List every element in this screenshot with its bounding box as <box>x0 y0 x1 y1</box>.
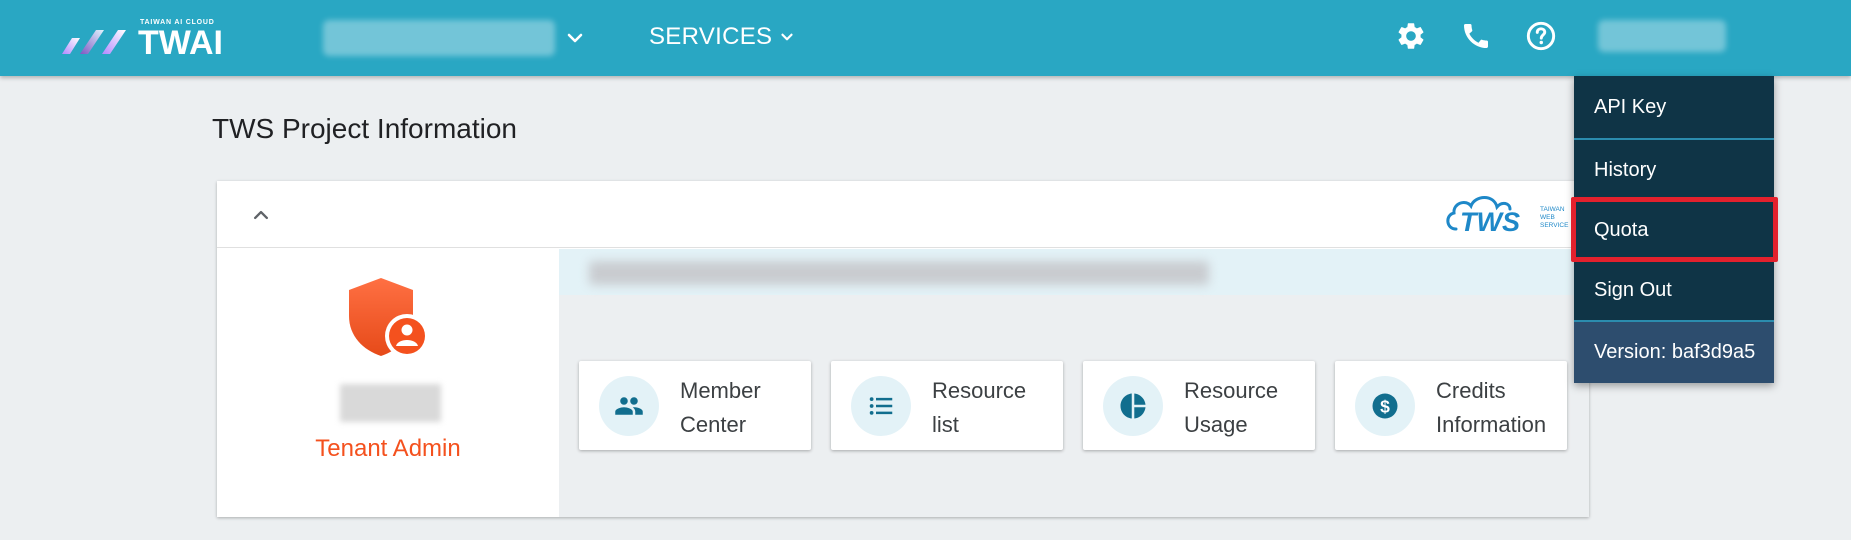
tile-label: Member Center <box>680 378 761 437</box>
menu-item-quota[interactable]: Quota <box>1574 200 1774 260</box>
actions-panel: Member Center Resource list Resource Usa… <box>559 249 1589 517</box>
services-menu-button[interactable]: SERVICES <box>649 22 796 52</box>
logo-mark-icon <box>62 30 126 54</box>
tile-icon-bg <box>851 376 911 436</box>
tile-label: Resource list <box>932 378 1027 437</box>
admin-shield-icon <box>349 278 429 358</box>
user-role: Tenant Admin <box>315 435 461 462</box>
people-icon <box>615 397 643 415</box>
services-label: SERVICES <box>649 23 773 50</box>
chevron-down-icon <box>567 33 583 43</box>
tile-label: Resource Usage <box>1184 378 1279 437</box>
project-selector[interactable] <box>323 18 585 58</box>
list-icon <box>869 397 893 415</box>
project-id-redacted <box>589 261 1209 285</box>
resource-usage-tile[interactable]: Resource Usage <box>1083 361 1315 450</box>
project-info-card: TWS TAIWAN WEB SERVICE Tenant Admin Memb… <box>217 181 1589 517</box>
svg-text:TWS: TWS <box>1460 207 1520 237</box>
menu-item-history[interactable]: History <box>1574 140 1774 200</box>
top-navigation-bar: TAIWAN AI CLOUD TWAI SERVICES <box>0 0 1851 76</box>
tws-logo: TWS TAIWAN WEB SERVICE <box>1446 196 1569 237</box>
pie-chart-icon <box>1120 393 1146 419</box>
page-title: TWS Project Information <box>212 113 517 144</box>
help-icon[interactable] <box>1525 20 1557 52</box>
user-account-button[interactable] <box>1598 20 1726 52</box>
member-center-tile[interactable]: Member Center <box>579 361 811 450</box>
card-header: TWS TAIWAN WEB SERVICE <box>217 181 1589 248</box>
credits-information-tile[interactable]: $ Credits Information <box>1335 361 1567 450</box>
tile-label: Credits Information <box>1436 378 1547 437</box>
twai-logo[interactable]: TAIWAN AI CLOUD TWAI <box>58 18 260 57</box>
project-id-strip <box>559 249 1589 295</box>
menu-item-api-key[interactable]: API Key <box>1574 76 1774 138</box>
profile-panel: Tenant Admin <box>217 249 559 517</box>
chevron-down-icon <box>781 33 793 41</box>
phone-icon[interactable] <box>1460 20 1492 52</box>
svg-text:TWAI: TWAI <box>138 27 223 57</box>
svg-text:SERVICE: SERVICE <box>1540 222 1569 229</box>
user-name-redacted <box>340 384 441 422</box>
logo-tagline: TAIWAN AI CLOUD <box>140 19 215 26</box>
version-label: Version: baf3d9a5 <box>1574 322 1774 383</box>
gear-icon[interactable] <box>1395 20 1427 52</box>
menu-item-sign-out[interactable]: Sign Out <box>1574 260 1774 320</box>
user-dropdown-menu: API Key History Quota Sign Out Version: … <box>1574 76 1774 383</box>
dollar-icon: $ <box>1372 393 1398 419</box>
tile-icon-bg <box>599 376 659 436</box>
resource-list-tile[interactable]: Resource list <box>831 361 1063 450</box>
project-name-redacted <box>323 20 555 56</box>
svg-text:$: $ <box>1380 396 1390 416</box>
logo-wordmark: TWAI <box>138 27 223 57</box>
svg-text:TAIWAN: TAIWAN <box>1540 206 1565 213</box>
chevron-up-icon[interactable] <box>247 201 275 229</box>
tile-icon-bg <box>1103 376 1163 436</box>
svg-text:WEB: WEB <box>1540 214 1555 221</box>
tile-icon-bg: $ <box>1355 376 1415 436</box>
